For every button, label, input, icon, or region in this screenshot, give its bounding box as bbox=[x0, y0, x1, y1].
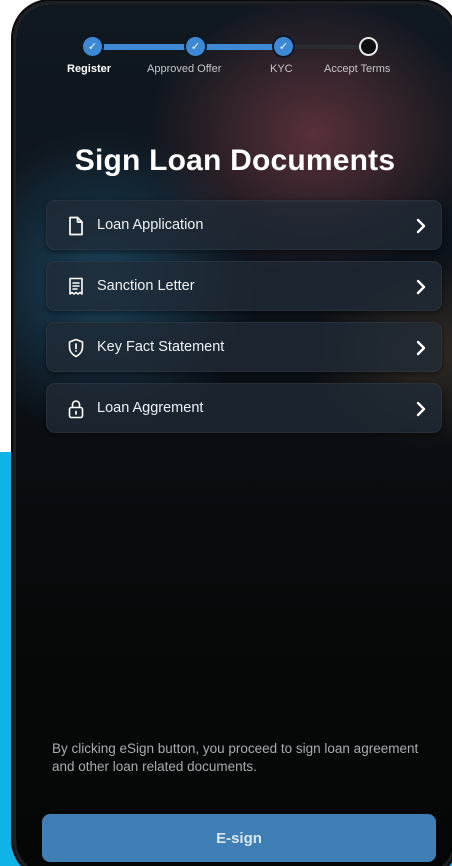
document-item-loan-agreement[interactable]: Loan Aggrement bbox=[46, 383, 442, 433]
lock-icon bbox=[68, 400, 84, 419]
chevron-right-icon bbox=[416, 279, 426, 295]
document-item-key-fact-statement[interactable]: Key Fact Statement bbox=[46, 322, 442, 372]
esign-disclaimer: By clicking eSign button, you proceed to… bbox=[52, 741, 419, 774]
document-item-label: Loan Application bbox=[97, 217, 204, 233]
chevron-right-icon bbox=[416, 401, 426, 417]
document-item-sanction-letter[interactable]: Sanction Letter bbox=[46, 261, 442, 311]
document-icon bbox=[69, 216, 83, 236]
progress-stepper: ✓ ✓ ✓ Register Approved Offer KYC Accept… bbox=[16, 4, 452, 84]
esign-button[interactable]: E-sign bbox=[42, 814, 436, 862]
stepper-remaining-line bbox=[284, 45, 366, 49]
receipt-icon bbox=[69, 277, 83, 295]
page-title: Sign Loan Documents bbox=[74, 144, 396, 177]
chevron-right-icon bbox=[416, 218, 426, 234]
step-label-approved-offer: Approved Offer bbox=[147, 63, 222, 75]
step-label-register: Register bbox=[67, 63, 112, 75]
step-register-check-icon: ✓ bbox=[83, 37, 102, 56]
document-list: Loan Application Sanction Letter Key Fac… bbox=[46, 200, 442, 444]
step-kyc-check-icon: ✓ bbox=[274, 37, 293, 56]
document-item-label: Key Fact Statement bbox=[97, 339, 225, 355]
step-approved-offer-check-icon: ✓ bbox=[186, 37, 205, 56]
document-item-label: Sanction Letter bbox=[97, 278, 195, 294]
step-label-accept-terms: Accept Terms bbox=[324, 63, 391, 75]
document-item-loan-application[interactable]: Loan Application bbox=[46, 200, 442, 250]
phone-screen: ✓ ✓ ✓ Register Approved Offer KYC Accept… bbox=[16, 4, 452, 866]
document-item-label: Loan Aggrement bbox=[97, 400, 204, 416]
step-label-kyc: KYC bbox=[270, 63, 293, 75]
chevron-right-icon bbox=[416, 340, 426, 356]
step-accept-terms-circle-icon bbox=[359, 37, 378, 56]
shield-icon bbox=[68, 338, 84, 358]
